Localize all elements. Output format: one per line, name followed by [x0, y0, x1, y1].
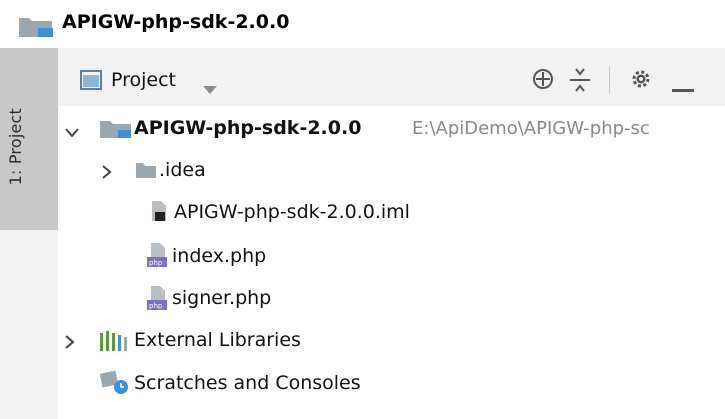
project-view-icon: [80, 70, 102, 94]
titlebar: APIGW-php-sdk-2.0.0: [0, 0, 725, 48]
scratches-icon: [99, 370, 131, 400]
tree-item-label[interactable]: Scratches and Consoles: [134, 372, 361, 394]
toolbar-separator: [609, 66, 610, 94]
tree-root-label[interactable]: APIGW-php-sdk-2.0.0: [134, 117, 361, 139]
locate-icon[interactable]: [530, 66, 556, 96]
php-file-icon: php: [146, 285, 170, 315]
tree-item-label[interactable]: index.php: [172, 245, 266, 267]
chevron-right-icon[interactable]: [102, 164, 112, 183]
tree-root-path: E:\ApiDemo\APIGW-php-sc: [412, 118, 650, 139]
tree-item-label[interactable]: External Libraries: [134, 329, 301, 351]
svg-text:php: php: [149, 302, 163, 310]
project-folder-icon: [18, 16, 54, 42]
chevron-down-icon[interactable]: [203, 79, 217, 98]
library-icon: [99, 330, 131, 356]
chevron-right-icon[interactable]: [65, 334, 75, 353]
iml-file-icon: [150, 200, 170, 226]
folder-icon: [135, 161, 157, 183]
tree-item-label[interactable]: .idea: [159, 159, 206, 181]
collapse-all-icon[interactable]: [568, 66, 592, 98]
gear-icon[interactable]: [628, 66, 654, 96]
project-folder-icon: [99, 119, 133, 143]
view-selector[interactable]: Project: [111, 69, 176, 91]
tree-item-label[interactable]: signer.php: [172, 287, 271, 309]
hide-icon[interactable]: [672, 78, 694, 97]
svg-text:php: php: [149, 259, 163, 267]
tool-window-strip: [0, 230, 58, 419]
window-title: APIGW-php-sdk-2.0.0: [62, 11, 290, 33]
php-file-icon: php: [146, 242, 170, 272]
tree-item-label[interactable]: APIGW-php-sdk-2.0.0.iml: [174, 201, 410, 223]
project-tab-label[interactable]: 1: Project: [6, 108, 25, 185]
project-tool-window-tab[interactable]: 1: Project: [0, 48, 58, 257]
chevron-down-icon[interactable]: [65, 123, 79, 142]
